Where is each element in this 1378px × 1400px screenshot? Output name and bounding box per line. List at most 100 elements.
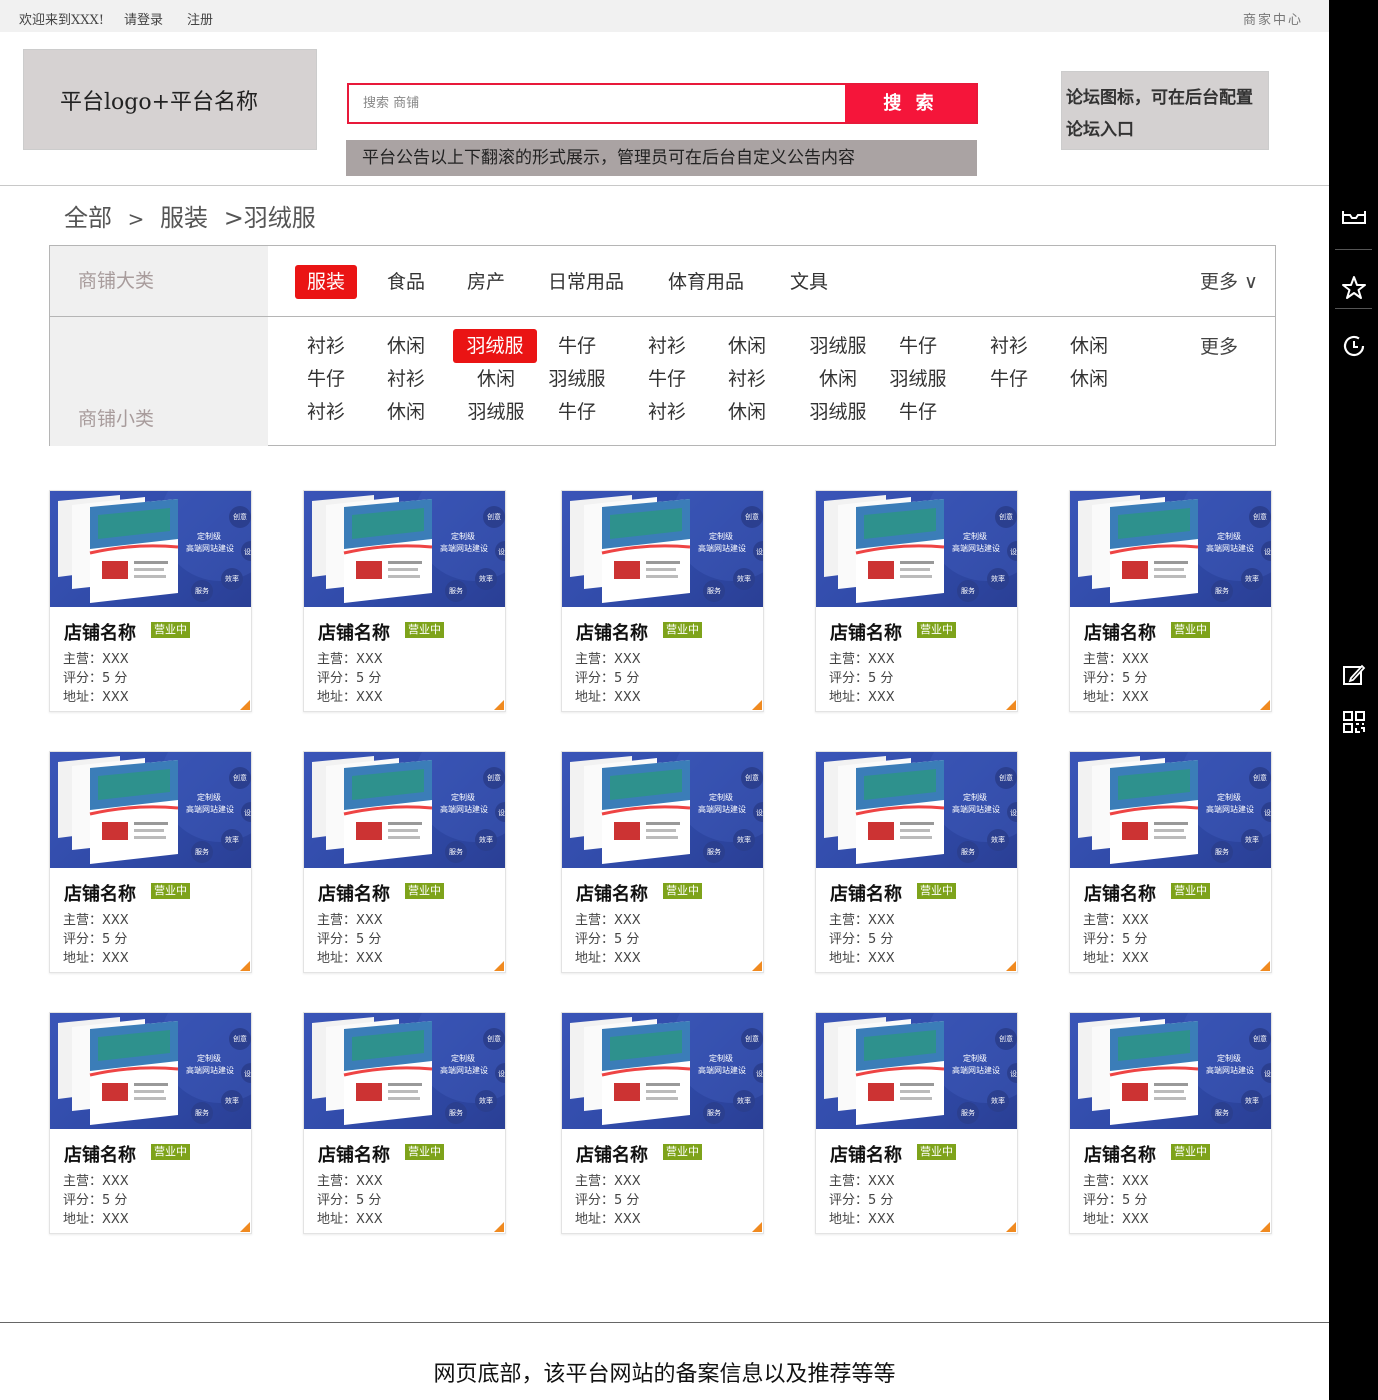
small-category-item[interactable]: 衬衫 [637,395,697,429]
search-button[interactable]: 搜 索 [845,85,976,122]
shop-rating: 评分：5 分 [829,932,894,947]
shop-name: 店铺名称 [830,884,902,905]
shop-name: 店铺名称 [318,623,390,644]
small-category-item[interactable]: 牛仔 [878,329,958,363]
star-icon[interactable] [1341,275,1367,301]
shop-thumbnail: 定制级 高端网站建设 创意 效率 服务 设 [562,1013,763,1129]
breadcrumb-clothing[interactable]: 服装 [160,204,208,232]
shop-thumbnail: 定制级 高端网站建设 创意 效率 服务 设 [50,1013,251,1129]
small-category-more-button[interactable]: 更多 [1200,332,1238,359]
shop-name: 店铺名称 [576,884,648,905]
login-link[interactable]: 请登录 [124,9,163,28]
shop-card[interactable]: 定制级 高端网站建设 创意 效率 服务 设店铺名称 营业中 主营：XXX 评分：5 分地址：XX… [49,1012,252,1234]
shop-address: 地址：XXX [1083,690,1149,705]
thumb-text: 定制级 [1217,1054,1241,1063]
edit-icon[interactable] [1341,662,1367,688]
small-category-item[interactable]: 休闲 [376,395,436,429]
small-category-item[interactable]: 衬衫 [637,329,697,363]
small-category-item[interactable]: 羽绒服 [453,329,537,363]
shop-card[interactable]: 定制级 高端网站建设 创意 效率 服务 设店铺名称 营业中 主营：XXX 评分：5 分地址：XX… [561,751,764,973]
shop-card[interactable]: 定制级 高端网站建设 创意 效率 服务 设店铺名称 营业中 主营：XXX 评分：5 分地址：XX… [49,490,252,712]
big-category-4[interactable]: 体育用品 [656,265,756,299]
shop-card[interactable]: 定制级 高端网站建设 创意 效率 服务 设店铺名称 营业中 主营：XXX 评分：5 分地址：XX… [815,490,1018,712]
small-category-item[interactable]: 牛仔 [637,362,697,396]
big-category-0[interactable]: 服装 [295,265,358,299]
status-badge: 营业中 [151,883,190,899]
small-category-item[interactable]: 牛仔 [979,362,1039,396]
shop-thumbnail: 定制级 高端网站建设 创意 效率 服务 设 [1070,752,1271,868]
qrcode-icon[interactable] [1341,709,1367,735]
small-category-item[interactable]: 衬衫 [296,395,356,429]
big-category-more-button[interactable]: 更多 ∨ [1200,267,1258,294]
thumb-tag: 效率 [225,1097,239,1105]
shop-card[interactable]: 定制级 高端网站建设 创意 效率 服务 设店铺名称 营业中 主营：XXX 评分：5 分地址：XX… [1069,490,1272,712]
shop-card[interactable]: 定制级 高端网站建设 创意 效率 服务 设店铺名称 营业中 主营：XXX 评分：5 分地址：XX… [303,1012,506,1234]
small-category-label: 商铺小类 [50,317,268,446]
small-category-item[interactable]: 衬衫 [717,362,777,396]
big-category-2[interactable]: 房产 [455,265,517,299]
small-category-item[interactable]: 休闲 [798,362,878,396]
shop-rating: 评分：5 分 [317,932,382,947]
shop-card[interactable]: 定制级 高端网站建设 创意 效率 服务 设店铺名称 营业中 主营：XXX 评分：5 分地址：XX… [815,751,1018,973]
category-filter: 商铺大类 商铺小类 服装 食品 房产 日常用品 体育用品 文具 更多 ∨ 衬衫 休闲 羽绒服牛… [49,245,1276,446]
small-category-item[interactable]: 羽绒服 [537,362,617,396]
register-link[interactable]: 注册 [187,9,213,28]
shop-main-business: 主营：XXX [575,652,641,667]
shop-address: 地址：XXX [1083,951,1149,966]
merchant-center-link[interactable]: 商家中心 [1243,9,1303,28]
small-category-item[interactable]: 休闲 [717,329,777,363]
shop-card[interactable]: 定制级 高端网站建设 创意 效率 服务 设店铺名称 营业中 主营：XXX 评分：5 分地址：XX… [815,1012,1018,1234]
thumb-tag: 创意 [1253,513,1267,521]
small-category-item[interactable]: 羽绒服 [456,395,536,429]
small-category-item[interactable]: 休闲 [717,395,777,429]
small-category-item[interactable]: 衬衫 [376,362,436,396]
small-category-item[interactable]: 牛仔 [537,329,617,363]
thumb-tag: 创意 [1253,1035,1267,1043]
small-category-item[interactable]: 衬衫 [979,329,1039,363]
forum-entry[interactable]: 论坛图标，可在后台配置 论坛入口 [1061,71,1269,150]
small-category-item[interactable]: 休闲 [456,362,536,396]
small-category-item[interactable]: 羽绒服 [878,362,958,396]
shop-card[interactable]: 定制级 高端网站建设 创意 效率 服务 设店铺名称 营业中 主营：XXX 评分：5 分地址：XX… [561,1012,764,1234]
small-category-item[interactable]: 羽绒服 [798,329,878,363]
shop-card[interactable]: 定制级 高端网站建设 创意 效率 服务 设店铺名称 营业中 主营：XXX 评分：5 分地址：XX… [1069,1012,1272,1234]
breadcrumb-all[interactable]: 全部 [64,204,112,232]
shop-address: 地址：XXX [63,1212,129,1227]
search-bar: 搜 索 [347,83,978,124]
thumb-text: 高端网站建设 [952,805,1000,814]
thumb-text: 高端网站建设 [186,1066,234,1075]
small-category-item[interactable]: 羽绒服 [798,395,878,429]
sidebar-divider [1335,249,1372,250]
shop-rating: 评分：5 分 [1083,1193,1148,1208]
big-category-3[interactable]: 日常用品 [536,265,636,299]
small-category-item[interactable]: 衬衫 [296,329,356,363]
shop-card[interactable]: 定制级 高端网站建设 创意 效率 服务 设店铺名称 营业中 主营：XXX 评分：5 分地址：XX… [49,751,252,973]
small-category-item[interactable]: 休闲 [376,329,436,363]
history-icon[interactable] [1341,333,1367,359]
shop-card[interactable]: 定制级 高端网站建设 创意 效率 服务 设店铺名称 营业中 主营：XXX 评分：5 分地址：XX… [303,490,506,712]
big-category-5[interactable]: 文具 [778,265,840,299]
thumb-tag: 效率 [737,1097,751,1105]
shop-rating: 评分：5 分 [63,932,128,947]
thumb-tag: 创意 [745,513,759,521]
big-category-1[interactable]: 食品 [375,265,437,299]
inbox-icon[interactable] [1341,203,1367,229]
small-category-item[interactable]: 休闲 [1059,362,1119,396]
corner-marker-icon [1006,700,1016,710]
search-input[interactable] [349,85,845,122]
shop-card[interactable]: 定制级 高端网站建设 创意 效率 服务 设店铺名称 营业中 主营：XXX 评分：5 分地址：XX… [303,751,506,973]
corner-marker-icon [240,1222,250,1232]
small-category-item[interactable]: 牛仔 [878,395,958,429]
thumb-tag: 服务 [1215,848,1229,856]
small-category-item[interactable]: 牛仔 [296,362,356,396]
thumb-text: 定制级 [1217,793,1241,802]
shop-card[interactable]: 定制级 高端网站建设 创意 效率 服务 设店铺名称 营业中 主营：XXX 评分：5 分地址：XX… [561,490,764,712]
small-category-item[interactable]: 牛仔 [537,395,617,429]
thumb-tag: 效率 [479,575,493,583]
thumb-text: 定制级 [197,1054,221,1063]
thumb-text: 高端网站建设 [698,1066,746,1075]
small-category-item[interactable]: 休闲 [1059,329,1119,363]
shop-card[interactable]: 定制级 高端网站建设 创意 效率 服务 设店铺名称 营业中 主营：XXX 评分：5 分地址：XX… [1069,751,1272,973]
platform-logo[interactable]: 平台logo+平台名称 [23,49,317,150]
big-category-label: 商铺大类 [50,246,268,316]
